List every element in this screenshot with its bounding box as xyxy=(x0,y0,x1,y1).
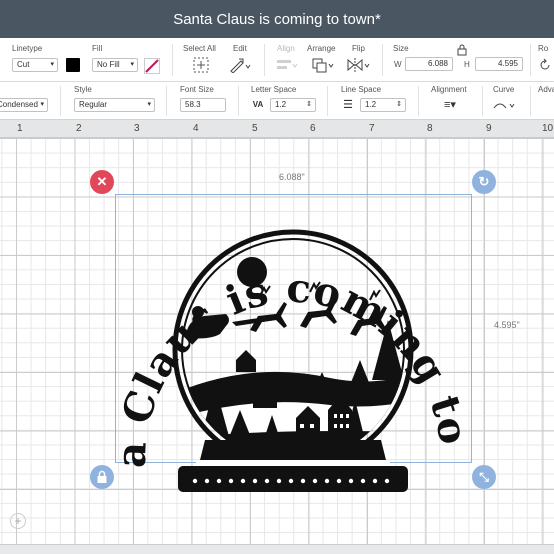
separator xyxy=(482,86,483,116)
align-label: Align xyxy=(277,44,295,53)
size-label: Size xyxy=(393,44,409,53)
style-label: Style xyxy=(74,85,92,94)
font-select[interactable]: Condensed ▾ xyxy=(0,98,48,112)
arrange-icon[interactable] xyxy=(311,57,335,73)
font-size-input[interactable]: 58.3 xyxy=(180,98,226,112)
alignment-icon[interactable]: ≡▾ xyxy=(438,98,462,112)
no-fill-icon[interactable] xyxy=(144,58,160,74)
separator xyxy=(264,44,265,76)
letter-space-icon: VA xyxy=(252,100,264,109)
ruler-number: 4 xyxy=(193,123,199,134)
stepper-icon[interactable]: ⇕ xyxy=(306,99,312,111)
ruler-number: 8 xyxy=(427,123,433,134)
arrange-label: Arrange xyxy=(307,44,336,53)
select-all-icon[interactable] xyxy=(193,57,209,73)
fill-label: Fill xyxy=(92,44,103,53)
linetype-select[interactable]: Cut ▾ xyxy=(12,58,58,72)
separator xyxy=(327,86,328,116)
edit-toolbar: Linetype Cut ▾ Fill No Fill ▾ Select All E… xyxy=(0,38,554,82)
height-input[interactable]: 4.595 xyxy=(475,57,523,71)
chevron-down-icon: ▾ xyxy=(130,61,134,68)
bottom-bar xyxy=(0,544,554,554)
select-all-label: Select All xyxy=(183,44,216,53)
rotate-icon[interactable] xyxy=(538,58,552,72)
separator xyxy=(418,86,419,116)
ruler-number: 9 xyxy=(486,123,492,134)
style-select[interactable]: Regular ▾ xyxy=(74,98,155,112)
ruler-number: 2 xyxy=(76,123,82,134)
fill-select[interactable]: No Fill ▾ xyxy=(92,58,138,72)
height-dimension: 4.595" xyxy=(494,320,520,330)
chevron-down-icon: ▾ xyxy=(40,101,44,108)
separator xyxy=(60,86,61,116)
separator xyxy=(172,44,173,76)
height-label: H xyxy=(464,60,470,69)
flip-icon[interactable] xyxy=(346,57,372,73)
stepper-icon[interactable]: ⇕ xyxy=(396,99,402,111)
flip-label: Flip xyxy=(352,44,365,53)
ruler-number: 10 xyxy=(542,123,554,134)
snow-globe-design[interactable]: Santa Claus is coming to town xyxy=(100,180,480,500)
window-title: Santa Claus is coming to town* xyxy=(173,10,381,28)
separator xyxy=(382,44,383,76)
letter-space-input[interactable]: 1.2 ⇕ xyxy=(270,98,316,112)
line-space-icon: ☰ xyxy=(343,99,353,111)
linetype-label: Linetype xyxy=(12,44,43,53)
chevron-down-icon: ▾ xyxy=(147,101,151,108)
rotate-icon: ↻ xyxy=(478,174,490,189)
ruler-number: 3 xyxy=(134,123,140,134)
separator xyxy=(238,86,239,116)
font-size-label: Font Size xyxy=(180,85,214,94)
resize-icon: ⤡ xyxy=(479,469,489,484)
ruler-number: 5 xyxy=(252,123,258,134)
moon-icon xyxy=(237,257,267,287)
width-label: W xyxy=(394,60,402,69)
separator xyxy=(530,86,531,116)
chevron-down-icon: ▾ xyxy=(50,61,54,68)
globe-base xyxy=(178,440,408,492)
linetype-color-swatch[interactable] xyxy=(66,58,80,72)
width-input[interactable]: 6.088 xyxy=(405,57,453,71)
ruler-number: 7 xyxy=(369,123,375,134)
advanced-label: Adva xyxy=(538,85,554,94)
edit-label: Edit xyxy=(233,44,247,53)
letter-space-label: Letter Space xyxy=(251,85,297,94)
alignment-label: Alignment xyxy=(431,85,467,94)
title-bar: Santa Claus is coming to town* xyxy=(0,0,554,38)
line-space-input[interactable]: 1.2 ⇕ xyxy=(360,98,406,112)
separator xyxy=(166,86,167,116)
ruler-number: 1 xyxy=(17,123,23,134)
text-toolbar: Condensed ▾ Style Regular ▾ Font Size 58.3… xyxy=(0,82,554,120)
ruler-number: 6 xyxy=(310,123,316,134)
horizontal-ruler: 1 2 3 4 5 6 7 8 9 10 xyxy=(0,120,554,138)
zoom-control[interactable]: + xyxy=(0,513,30,531)
lock-icon[interactable] xyxy=(457,44,467,56)
curve-icon[interactable] xyxy=(492,99,518,113)
rotate-label: Ro xyxy=(538,44,549,53)
curve-label: Curve xyxy=(493,85,515,94)
zoom-in-icon[interactable]: + xyxy=(10,513,26,529)
separator xyxy=(530,44,531,76)
edit-tools-icon[interactable] xyxy=(229,57,251,73)
align-icon[interactable] xyxy=(275,57,299,73)
line-space-label: Line Space xyxy=(341,85,382,94)
